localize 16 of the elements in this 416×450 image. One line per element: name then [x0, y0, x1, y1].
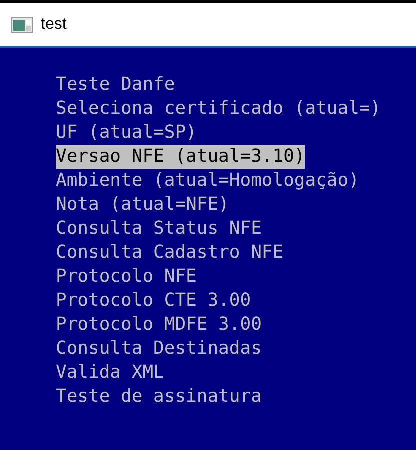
menu-item[interactable]: Consulta Destinadas	[56, 337, 262, 361]
menu-item[interactable]: UF (atual=SP)	[56, 121, 197, 145]
menu-item[interactable]: Teste Danfe	[56, 73, 176, 97]
menu-item[interactable]: Nota (atual=NFE)	[56, 193, 230, 217]
window-icon	[11, 16, 33, 32]
menu-item[interactable]: Teste de assinatura	[56, 385, 262, 409]
menu-item[interactable]: Ambiente (atual=Homologação)	[56, 169, 360, 193]
menu-item[interactable]: Versao NFE (atual=3.10)	[56, 145, 306, 169]
menu-item[interactable]: Seleciona certificado (atual=)	[56, 97, 382, 121]
menu-item[interactable]: Consulta Status NFE	[56, 217, 262, 241]
menu-item[interactable]: Protocolo MDFE 3.00	[56, 313, 262, 337]
menu-item[interactable]: Protocolo CTE 3.00	[56, 289, 252, 313]
menu-item[interactable]: Consulta Cadastro NFE	[56, 241, 284, 265]
menu-item[interactable]: Protocolo NFE	[56, 265, 197, 289]
window-title: test	[41, 14, 67, 34]
menu-item[interactable]: Valida XML	[56, 361, 164, 385]
